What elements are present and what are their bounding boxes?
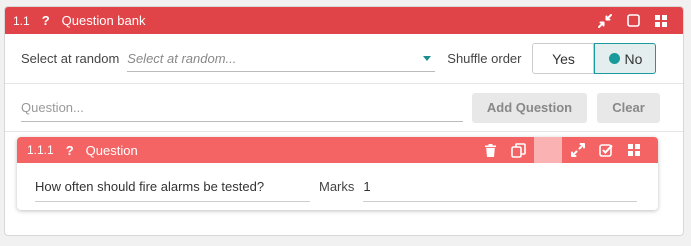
question-title: Question [85,142,138,158]
square-icon[interactable] [619,14,647,27]
question-header: 1.1.1 ? Question [17,137,658,163]
question-input-placeholder: Question... [21,99,84,115]
select-placeholder: Select at random... [127,50,237,66]
question-bank-header: 1.1 ? Question bank [5,7,683,34]
question-body: How often should fire alarms be tested? … [17,163,658,210]
shuffle-yes-button[interactable]: Yes [532,43,595,74]
add-question-row: Question... Add Question Clear [5,84,683,132]
yes-label: Yes [552,50,575,67]
select-at-random-label: Select at random [21,51,120,66]
marks-label: Marks [319,179,355,194]
no-label: No [624,50,643,67]
question-text-field[interactable]: How often should fire alarms be tested? [35,172,310,202]
settings-row: Select at random Select at random... Shu… [5,34,683,84]
trash-icon[interactable] [476,143,504,157]
question-number: 1.1.1 [27,143,54,157]
select-at-random-dropdown[interactable]: Select at random... [127,46,436,72]
checkbox-icon[interactable] [592,143,620,157]
grid-icon[interactable] [620,144,648,156]
section-number: 1.1 [13,13,30,28]
shuffle-toggle: Yes No [532,43,657,74]
question-text: How often should fire alarms be tested? [35,178,265,194]
grid-icon[interactable] [647,14,675,27]
shuffle-order-label: Shuffle order [447,51,522,66]
selected-dot-icon [608,53,620,64]
help-icon[interactable]: ? [42,13,50,28]
clear-button[interactable]: Clear [597,92,660,123]
section-title: Question bank [61,13,146,28]
header-divider [534,137,562,163]
caret-down-icon [423,55,432,61]
marks-field[interactable]: 1 [363,172,638,202]
question-input[interactable]: Question... [21,94,463,122]
question-help-icon[interactable]: ? [66,143,74,158]
add-question-button[interactable]: Add Question [472,92,587,123]
expand-icon[interactable] [564,143,592,157]
shuffle-no-button[interactable]: No [594,43,657,74]
question-card: 1.1.1 ? Question How often should fire a… [17,137,658,210]
collapse-icon[interactable] [591,13,619,28]
copy-icon[interactable] [504,142,532,158]
marks-value: 1 [363,178,371,194]
